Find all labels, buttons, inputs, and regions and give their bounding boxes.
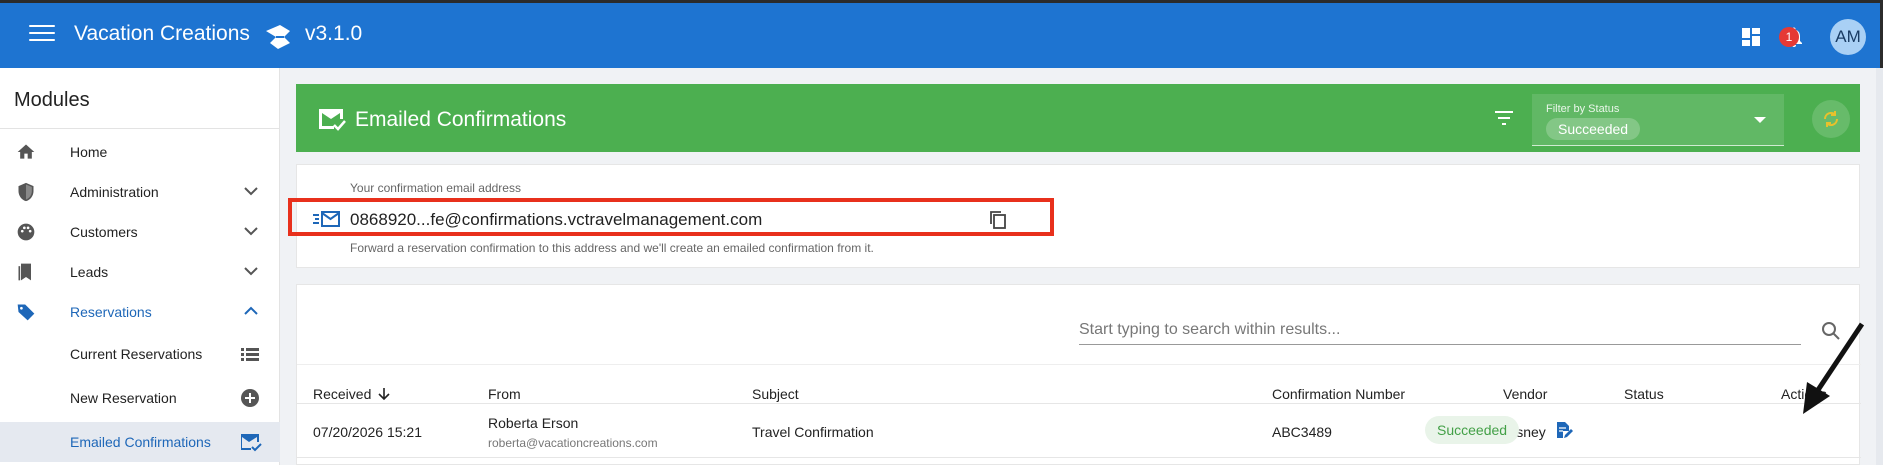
menu-icon[interactable] bbox=[29, 25, 55, 45]
sidebar-item-label: Administration bbox=[70, 184, 159, 200]
sidebar-item-label: Emailed Confirmations bbox=[70, 434, 211, 450]
filter-value-chip: Succeeded bbox=[1546, 118, 1641, 140]
email-caption: Your confirmation email address bbox=[350, 181, 521, 195]
column-subject: Subject bbox=[752, 386, 799, 402]
column-confirmation-number: Confirmation Number bbox=[1272, 386, 1406, 402]
sidebar-item-home[interactable]: Home bbox=[0, 132, 280, 172]
chevron-down-icon bbox=[244, 227, 258, 236]
column-status: Status bbox=[1624, 386, 1664, 402]
sidebar-item-label: New Reservation bbox=[70, 390, 177, 406]
column-vendor: Vendor bbox=[1503, 386, 1548, 402]
dropdown-arrow-icon bbox=[1754, 117, 1766, 123]
sidebar-item-reservations[interactable]: Reservations bbox=[0, 292, 280, 332]
emailed-confirmations-header: Emailed Confirmations Filter by Status S… bbox=[296, 84, 1860, 152]
user-avatar[interactable]: AM bbox=[1830, 19, 1866, 55]
cell-confirmation-number: ABC3489 bbox=[1272, 424, 1332, 440]
logo-icon bbox=[266, 25, 290, 49]
sidebar-item-leads[interactable]: Leads bbox=[0, 252, 280, 292]
scroll-region-edge bbox=[1876, 68, 1883, 465]
sidebar-item-new-reservation[interactable]: New Reservation bbox=[0, 378, 280, 418]
sidebar-item-label: Home bbox=[70, 144, 108, 160]
sidebar-item-label: Customers bbox=[70, 224, 138, 240]
arrow-down-icon bbox=[378, 388, 390, 401]
edit-document-icon[interactable] bbox=[1555, 421, 1573, 439]
bookmark-icon bbox=[18, 263, 31, 281]
app-title: Vacation Creations bbox=[74, 22, 250, 45]
forward-instructions: Forward a reservation confirmation to th… bbox=[350, 241, 874, 255]
shield-icon bbox=[18, 182, 34, 202]
sidebar: Modules Home Administration Customers Le… bbox=[0, 68, 280, 465]
filter-list-icon[interactable] bbox=[1494, 110, 1514, 126]
column-received[interactable]: Received bbox=[313, 386, 390, 402]
cell-received: 07/20/2026 15:21 bbox=[313, 424, 422, 440]
chevron-up-icon bbox=[244, 306, 258, 315]
chevron-down-icon bbox=[244, 267, 258, 276]
cell-subject: Travel Confirmation bbox=[752, 424, 874, 440]
table-header: Received From Subject Confirmation Numbe… bbox=[297, 364, 1861, 404]
chevron-down-icon bbox=[244, 187, 258, 196]
sidebar-item-administration[interactable]: Administration bbox=[0, 172, 280, 212]
mark-email-read-icon bbox=[319, 109, 346, 131]
page-title: Emailed Confirmations bbox=[355, 108, 567, 131]
list-icon bbox=[241, 348, 259, 361]
notification-badge: 1 bbox=[1779, 27, 1799, 47]
home-icon bbox=[17, 144, 35, 159]
app-version: v3.1.0 bbox=[305, 22, 363, 45]
sidebar-item-customers[interactable]: Customers bbox=[0, 212, 280, 252]
sidebar-item-current-reservations[interactable]: Current Reservations bbox=[0, 334, 280, 374]
search-input[interactable]: Start typing to search within results... bbox=[1079, 315, 1801, 345]
add-circle-icon bbox=[241, 389, 259, 407]
sidebar-item-label: Leads bbox=[70, 264, 109, 280]
palette-icon bbox=[17, 223, 35, 241]
sidebar-item-label: Current Reservations bbox=[70, 346, 203, 362]
cell-from-name: Roberta Erson bbox=[488, 415, 579, 431]
filter-by-status-select[interactable]: Filter by Status Succeeded bbox=[1532, 94, 1784, 146]
cell-from-email: roberta@vacationcreations.com bbox=[488, 436, 658, 450]
dashboard-icon[interactable] bbox=[1741, 27, 1761, 47]
pointer-arrow-annotation bbox=[1803, 322, 1865, 414]
column-from: From bbox=[488, 386, 521, 402]
filter-label: Filter by Status bbox=[1546, 103, 1620, 115]
sidebar-item-emailed-confirmations[interactable]: Emailed Confirmations bbox=[0, 422, 280, 462]
sidebar-item-label: Reservations bbox=[70, 304, 152, 320]
tag-icon bbox=[17, 304, 35, 321]
confirmations-table-card: Start typing to search within results...… bbox=[296, 284, 1861, 465]
column-label: Received bbox=[313, 386, 372, 402]
refresh-button[interactable] bbox=[1812, 100, 1850, 138]
sidebar-heading: Modules bbox=[14, 89, 90, 111]
status-badge: Succeeded bbox=[1425, 416, 1520, 444]
mark-email-read-icon bbox=[241, 434, 262, 452]
table-row[interactable]: 07/20/2026 15:21 Roberta Erson roberta@v… bbox=[297, 405, 1861, 458]
email-highlight-box bbox=[288, 198, 1054, 236]
refresh-icon bbox=[1823, 111, 1839, 127]
app-bar: Vacation Creations v3.1.0 1 AM bbox=[0, 0, 1883, 71]
divider bbox=[0, 128, 280, 129]
